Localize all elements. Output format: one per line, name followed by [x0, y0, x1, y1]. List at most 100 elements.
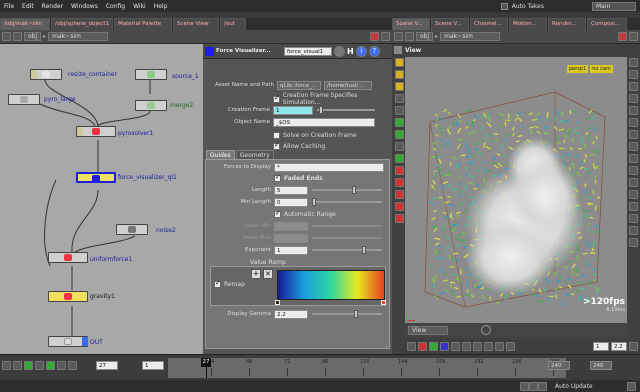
tab-scene-view-2[interactable]: Scene V...	[431, 18, 469, 30]
viewport-canvas[interactable]: persp1 no cam >120fps 8.10ms	[405, 57, 627, 323]
auto-takes-checkbox[interactable]	[500, 2, 508, 10]
texture-icon[interactable]	[628, 142, 638, 151]
menu-wiki[interactable]: Wiki	[129, 3, 150, 10]
tab-motion[interactable]: Motion...	[509, 18, 547, 30]
creation-frame-spec-checkbox[interactable]	[273, 94, 280, 103]
desktop-select[interactable]: Main	[592, 1, 636, 11]
menu-windows[interactable]: Windows	[67, 3, 102, 10]
path-context[interactable]: obj	[416, 32, 434, 41]
record-icon[interactable]	[394, 166, 404, 175]
overlay-icon[interactable]	[495, 341, 504, 351]
points-icon[interactable]	[628, 166, 638, 175]
histogram-icon[interactable]	[473, 341, 482, 351]
end-frame-field[interactable]: 240	[548, 361, 570, 370]
tab-composite[interactable]: Composi...	[587, 18, 627, 30]
min-length-slider[interactable]	[312, 198, 382, 206]
camera-icon[interactable]	[394, 214, 404, 223]
grid-icon[interactable]	[628, 118, 638, 127]
node-merge[interactable]	[135, 100, 167, 111]
length-field[interactable]: 5	[274, 185, 308, 195]
path-node[interactable]: mak~sim	[48, 32, 109, 41]
node-pyrosolver[interactable]	[76, 126, 116, 137]
lut-icon[interactable]	[462, 341, 471, 351]
cam-menu[interactable]: no cam	[590, 65, 613, 73]
timeline-track[interactable]: 24487296120144168192216240 27	[168, 358, 566, 378]
current-frame-field[interactable]: 27	[96, 361, 118, 370]
auto-range-checkbox[interactable]	[274, 209, 281, 218]
path-node[interactable]: mak~sim	[440, 32, 501, 41]
menu-help[interactable]: Help	[150, 3, 172, 10]
forward-icon[interactable]	[13, 32, 22, 41]
creation-frame-field[interactable]: 1	[273, 105, 313, 115]
menu-edit[interactable]: Edit	[18, 3, 38, 10]
node-source[interactable]	[135, 69, 167, 80]
node-pyro-large[interactable]	[8, 94, 40, 105]
display-gamma-field[interactable]: 2.2	[274, 309, 308, 319]
play-icon[interactable]	[46, 361, 55, 370]
pin-icon[interactable]	[370, 32, 379, 41]
brush-tool-icon[interactable]	[394, 142, 404, 151]
start-frame-field[interactable]: 1	[142, 361, 164, 370]
perf-icon[interactable]	[627, 381, 636, 391]
rotate-tool-icon[interactable]	[394, 82, 404, 91]
node-force-visualizer[interactable]	[76, 172, 116, 183]
sun-icon[interactable]	[407, 341, 416, 351]
ghost-icon[interactable]	[628, 154, 638, 163]
view-menu[interactable]: View	[408, 325, 448, 335]
gear-icon[interactable]	[334, 45, 345, 57]
auto-update-select[interactable]: Auto Update	[555, 383, 593, 390]
object-name-field[interactable]: _$OS	[273, 117, 375, 127]
snap-icon[interactable]	[481, 325, 491, 335]
node-noise[interactable]	[116, 224, 148, 235]
ramp-key-left[interactable]	[275, 300, 280, 305]
path-context[interactable]: obj	[24, 32, 42, 41]
green-channel-icon[interactable]	[429, 341, 438, 351]
fog-icon[interactable]	[628, 226, 638, 235]
compare-icon[interactable]	[484, 341, 493, 351]
node-name-field[interactable]: force_visual1	[284, 46, 332, 56]
select-tool-icon[interactable]	[394, 58, 404, 67]
tab-scene-view[interactable]: Scene View	[173, 18, 219, 30]
question-icon[interactable]: ?	[368, 45, 380, 57]
node-resize-container[interactable]	[30, 69, 62, 80]
global-end-field[interactable]: 240	[590, 361, 612, 370]
ramp-add-button[interactable]: +	[251, 269, 261, 279]
remap-checkbox[interactable]	[214, 279, 221, 288]
ramp-remove-button[interactable]: ✕	[263, 269, 273, 279]
audio-icon[interactable]	[538, 381, 547, 391]
shadow-icon[interactable]	[628, 238, 638, 247]
blue-channel-icon[interactable]	[440, 341, 449, 351]
asset-name-select[interactable]: qLib::force_...	[277, 80, 321, 90]
snap-tool-icon[interactable]	[394, 154, 404, 163]
menu-render[interactable]: Render	[38, 3, 67, 10]
link-icon[interactable]	[629, 32, 638, 41]
red-channel-icon[interactable]	[418, 341, 427, 351]
normals-icon[interactable]	[628, 178, 638, 187]
node-flag[interactable]	[31, 70, 37, 79]
jump-start-icon[interactable]	[2, 361, 11, 370]
handle-tool-icon[interactable]	[394, 106, 404, 115]
snapshot-icon[interactable]	[628, 202, 638, 211]
tab-render[interactable]: Render...	[548, 18, 586, 30]
pose-tool-icon[interactable]	[394, 118, 404, 127]
hscript-icon[interactable]: H	[347, 47, 354, 56]
exponent-field[interactable]: 1	[274, 245, 308, 255]
help-icon[interactable]: i	[355, 45, 367, 57]
back-icon[interactable]	[2, 32, 11, 41]
menu-file[interactable]: File	[0, 3, 18, 10]
node-out[interactable]	[48, 336, 88, 347]
key-icon[interactable]	[394, 178, 404, 187]
step-forward-icon[interactable]	[57, 361, 66, 370]
node-flag[interactable]	[77, 127, 83, 136]
faded-ends-checkbox[interactable]	[274, 173, 281, 182]
gamma-field[interactable]: 2.2	[611, 341, 627, 351]
node-uniformforce[interactable]	[48, 252, 88, 263]
forces-field[interactable]: *	[274, 162, 384, 172]
asset-path-select[interactable]: /home/tusi/...	[324, 80, 372, 90]
stop-icon[interactable]	[35, 361, 44, 370]
frame-marker[interactable]: 27	[201, 358, 211, 367]
light-icon[interactable]	[628, 130, 638, 139]
key-icon[interactable]	[520, 381, 529, 391]
tab-mak-sim[interactable]: /obj/mak~sim	[0, 18, 50, 30]
view-tool-icon[interactable]	[394, 94, 404, 103]
